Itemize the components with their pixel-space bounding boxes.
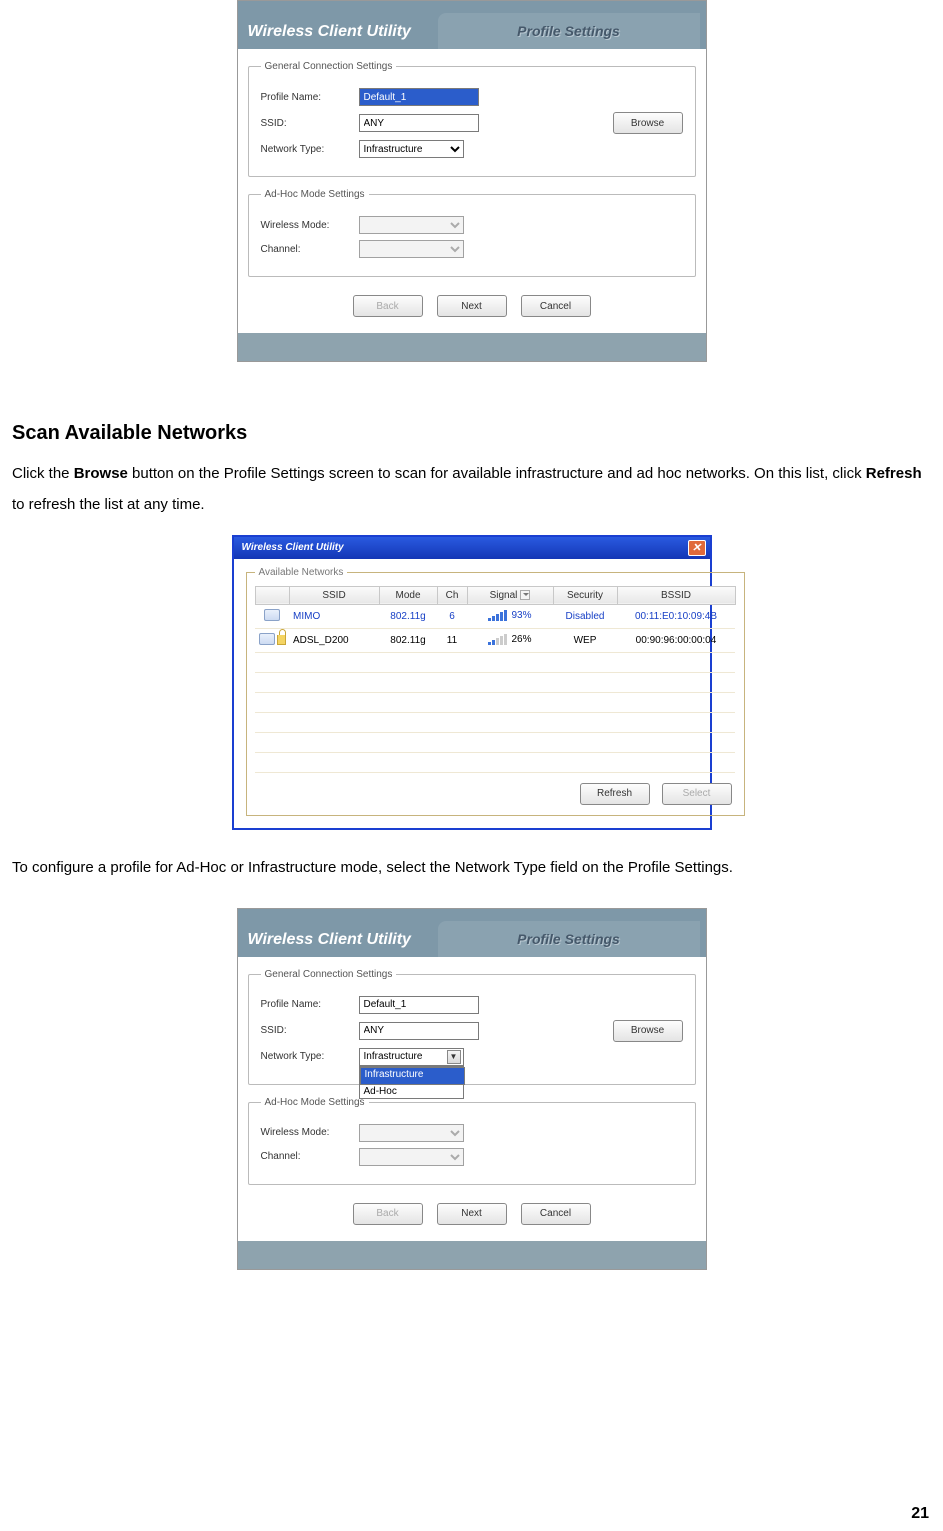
networks-table-header: SSID Mode Ch Signal Security BSSID	[255, 586, 735, 604]
label-network-type: Network Type:	[261, 144, 351, 155]
available-networks-dialog: Wireless Client Utility ✕ Available Netw…	[232, 535, 712, 830]
section-heading-scan-networks: Scan Available Networks	[12, 422, 931, 445]
paragraph-scan-instructions: Click the Browse button on the Profile S…	[12, 459, 931, 521]
col-security-header[interactable]: Security	[553, 586, 617, 604]
dialog-footer	[238, 1241, 706, 1269]
table-row	[255, 692, 735, 712]
ssid-input[interactable]	[359, 114, 479, 132]
table-row	[255, 652, 735, 672]
cancel-button[interactable]: Cancel	[521, 1203, 591, 1225]
label-ssid: SSID:	[261, 1025, 351, 1036]
group-adhoc-settings: Ad-Hoc Mode Settings Wireless Mode: Chan…	[248, 189, 696, 277]
group-adhoc-legend: Ad-Hoc Mode Settings	[261, 189, 369, 200]
group-general-legend: General Connection Settings	[261, 969, 397, 980]
profile-name-input[interactable]	[359, 996, 479, 1014]
profile-name-input[interactable]	[359, 88, 479, 106]
network-type-value: Infrastructure	[364, 1051, 423, 1062]
page-number: 21	[911, 1505, 929, 1523]
ssid-input[interactable]	[359, 1022, 479, 1040]
table-row	[255, 672, 735, 692]
label-channel: Channel:	[261, 1151, 351, 1162]
group-available-networks: Available Networks SSID Mode Ch	[246, 567, 745, 816]
chevron-down-icon[interactable]: ▼	[447, 1050, 461, 1064]
channel-select	[359, 1148, 464, 1166]
group-general-connection: General Connection Settings Profile Name…	[248, 969, 696, 1085]
app-title: Wireless Client Utility	[238, 931, 438, 957]
table-row	[255, 712, 735, 732]
back-button: Back	[353, 295, 423, 317]
tab-profile-settings: Profile Settings	[438, 921, 700, 957]
sort-icon	[520, 590, 530, 600]
table-row	[255, 732, 735, 752]
table-row	[255, 752, 735, 772]
col-signal-header[interactable]: Signal	[467, 586, 553, 604]
network-icon	[264, 609, 280, 621]
col-bssid-header[interactable]: BSSID	[617, 586, 735, 604]
tab-profile-settings: Profile Settings	[438, 13, 700, 49]
wireless-mode-select	[359, 216, 464, 234]
group-adhoc-settings: Ad-Hoc Mode Settings Wireless Mode: Chan…	[248, 1097, 696, 1185]
table-row[interactable]: ADSL_D200802.11g1126%WEP00:90:96:00:00:0…	[255, 628, 735, 652]
label-profile-name: Profile Name:	[261, 92, 351, 103]
select-button: Select	[662, 783, 732, 805]
col-ssid-header[interactable]: SSID	[289, 586, 379, 604]
networks-table: SSID Mode Ch Signal Security BSSID MIMO8…	[255, 586, 736, 773]
close-icon[interactable]: ✕	[688, 540, 706, 556]
wireless-mode-select	[359, 1124, 464, 1142]
option-infrastructure[interactable]: Infrastructure	[360, 1067, 465, 1085]
browse-button[interactable]: Browse	[613, 112, 683, 134]
col-mode-header[interactable]: Mode	[379, 586, 437, 604]
dialog-header: Wireless Client Utility Profile Settings	[238, 909, 706, 957]
network-type-dropdown[interactable]: Infrastructure ▼ Infrastructure Ad-Hoc	[359, 1048, 464, 1066]
group-general-connection: General Connection Settings Profile Name…	[248, 61, 696, 177]
profile-settings-dialog-1: Wireless Client Utility Profile Settings…	[237, 0, 707, 362]
channel-select	[359, 240, 464, 258]
label-network-type: Network Type:	[261, 1051, 351, 1062]
paragraph-network-type-instructions: To configure a profile for Ad-Hoc or Inf…	[12, 858, 931, 878]
group-adhoc-legend: Ad-Hoc Mode Settings	[261, 1097, 369, 1108]
label-wireless-mode: Wireless Mode:	[261, 1127, 351, 1138]
group-general-legend: General Connection Settings	[261, 61, 397, 72]
label-ssid: SSID:	[261, 118, 351, 129]
label-wireless-mode: Wireless Mode:	[261, 220, 351, 231]
group-available-networks-legend: Available Networks	[255, 567, 348, 578]
network-type-select[interactable]: Infrastructure	[359, 140, 464, 158]
available-networks-titlebar: Wireless Client Utility ✕	[234, 537, 710, 559]
browse-button[interactable]: Browse	[613, 1020, 683, 1042]
back-button: Back	[353, 1203, 423, 1225]
label-channel: Channel:	[261, 244, 351, 255]
table-row[interactable]: MIMO802.11g693%Disabled00:11:E0:10:09:4B	[255, 604, 735, 628]
option-ad-hoc[interactable]: Ad-Hoc	[360, 1085, 463, 1098]
signal-bars-icon	[488, 633, 507, 645]
col-icon-header	[255, 586, 289, 604]
col-ch-header[interactable]: Ch	[437, 586, 467, 604]
dialog-footer	[238, 333, 706, 361]
profile-settings-dialog-2: Wireless Client Utility Profile Settings…	[237, 908, 707, 1270]
cancel-button[interactable]: Cancel	[521, 295, 591, 317]
refresh-button[interactable]: Refresh	[580, 783, 650, 805]
available-networks-title: Wireless Client Utility	[242, 542, 344, 553]
app-title: Wireless Client Utility	[238, 23, 438, 49]
next-button[interactable]: Next	[437, 1203, 507, 1225]
network-icon	[259, 633, 275, 645]
lock-icon	[277, 635, 286, 645]
next-button[interactable]: Next	[437, 295, 507, 317]
dialog-header: Wireless Client Utility Profile Settings	[238, 1, 706, 49]
network-type-options: Infrastructure Ad-Hoc	[359, 1066, 464, 1099]
label-profile-name: Profile Name:	[261, 999, 351, 1010]
signal-bars-icon	[488, 609, 507, 621]
